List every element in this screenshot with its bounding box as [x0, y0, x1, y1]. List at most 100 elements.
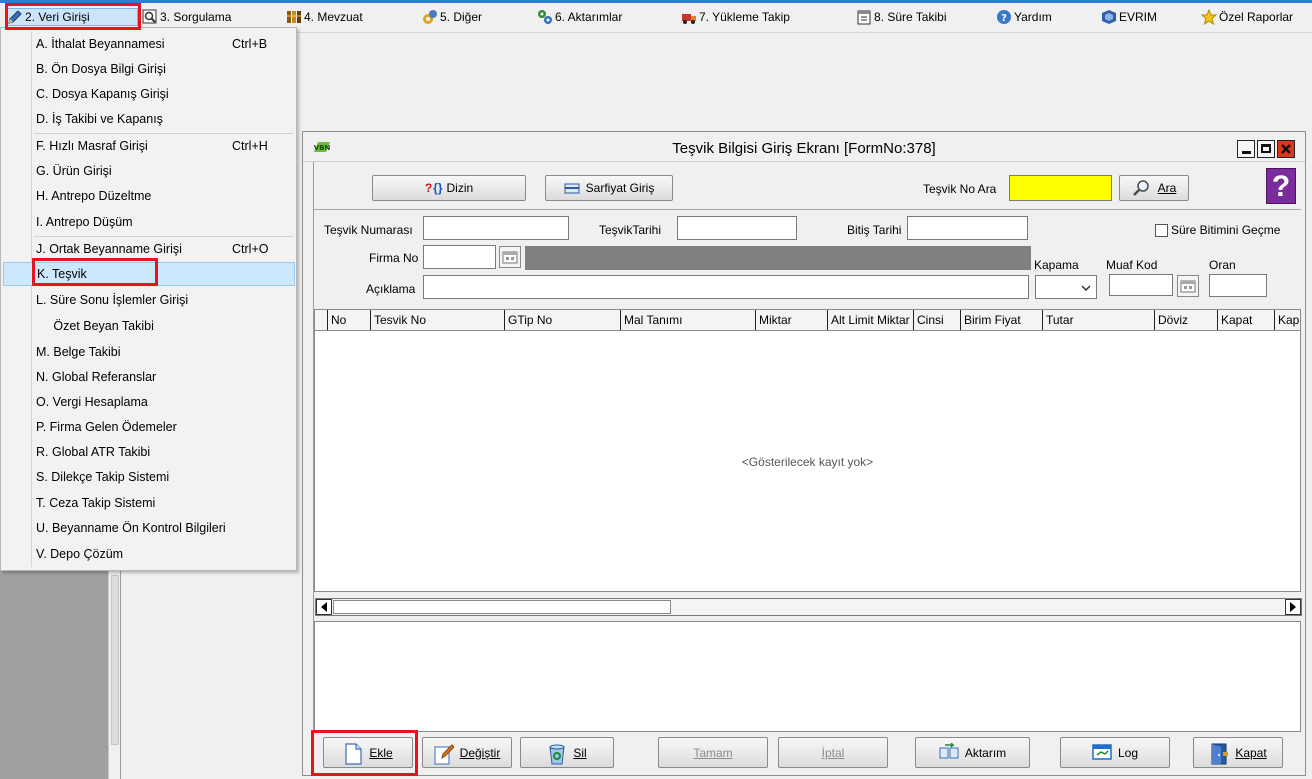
menu-sorgulama[interactable]: 3. Sorgulama — [142, 8, 231, 26]
menu-item-sure-sonu-islemler[interactable]: L. Süre Sonu İşlemler Girişi — [3, 288, 295, 312]
close-button[interactable] — [1277, 140, 1295, 158]
menu-item-dosya-kapanis-girisi[interactable]: C. Dosya Kapanış Girişi — [3, 82, 295, 106]
kapama-select[interactable] — [1035, 275, 1097, 299]
column-header-miktar[interactable]: Miktar — [755, 310, 827, 330]
menu-item-hizli-masraf-girisi[interactable]: F. Hızlı Masraf Girişi Ctrl+H — [3, 134, 295, 158]
column-header-alt-limit-miktar[interactable]: Alt Limit Miktar — [827, 310, 913, 330]
ara-button[interactable]: Ara — [1119, 175, 1189, 201]
menu-item-antrepo-duzeltme[interactable]: H. Antrepo Düzeltme — [3, 184, 295, 208]
menu-item-label: N. Global Referanslar — [36, 370, 157, 384]
menu-yardim[interactable]: ? Yardım — [996, 8, 1052, 26]
menu-item-ithalat-beyannamesi[interactable]: A. İthalat Beyannamesi Ctrl+B — [3, 32, 295, 56]
menu-label: 4. Mevzuat — [304, 10, 363, 24]
tesvik-grid[interactable]: No Tesvik No GTip No Mal Tanımı Miktar A… — [314, 309, 1302, 616]
column-header-tutar[interactable]: Tutar — [1042, 310, 1154, 330]
menu-aktarimlar[interactable]: 6. Aktarımlar — [537, 8, 622, 26]
bitis-tarihi-label: Bitiş Tarihi — [847, 223, 902, 237]
menu-item-label: U. Beyanname Ön Kontrol Bilgileri — [36, 521, 226, 535]
tamam-button[interactable]: Tamam — [658, 737, 768, 768]
sure-bitimini-gecme-checkbox[interactable] — [1155, 224, 1168, 237]
dizin-button[interactable]: ? {} Dizin — [372, 175, 526, 201]
scroll-left-button[interactable] — [316, 599, 332, 615]
column-header-mal-tanimi[interactable]: Mal Tanımı — [620, 310, 755, 330]
oran-label: Oran — [1209, 258, 1236, 272]
maximize-button[interactable] — [1257, 140, 1275, 158]
menu-item-depo-cozum[interactable]: V. Depo Çözüm — [3, 542, 295, 566]
muaf-kod-input[interactable] — [1109, 274, 1173, 296]
menu-item-label: G. Ürün Girişi — [36, 164, 112, 178]
aciklama-label: Açıklama — [366, 282, 416, 296]
menu-item-label: R. Global ATR Takibi — [36, 445, 151, 459]
column-header-doviz[interactable]: Döviz — [1154, 310, 1217, 330]
aciklama-input[interactable] — [423, 275, 1029, 299]
menu-item-ceza-takip[interactable]: T. Ceza Takip Sistemi — [3, 491, 295, 515]
column-header-kapa[interactable]: Kapa — [1274, 310, 1300, 330]
ara-label: Ara — [1157, 181, 1177, 195]
tesvik-tarihi-input[interactable] — [677, 216, 797, 240]
iptal-button[interactable]: İptal — [778, 737, 888, 768]
grid-horizontal-scrollbar[interactable] — [315, 598, 1302, 616]
menu-label: 8. Süre Takibi — [874, 10, 947, 24]
kapat-button[interactable]: Kapat — [1193, 737, 1283, 768]
evrim-icon — [1101, 9, 1117, 25]
menu-sure-takibi[interactable]: 8. Süre Takibi — [856, 8, 947, 26]
menu-item-global-atr-takibi[interactable]: R. Global ATR Takibi — [3, 440, 295, 464]
menu-yukleme-takip[interactable]: 7. Yükleme Takip — [681, 8, 790, 26]
sarfiyat-giris-button[interactable]: Sarfiyat Giriş — [545, 175, 673, 201]
menu-item-urun-girisi[interactable]: G. Ürün Girişi — [3, 159, 295, 183]
question-icon: ? — [424, 181, 433, 195]
minimize-button[interactable] — [1237, 140, 1255, 158]
menu-item-is-takibi[interactable]: D. İş Takibi ve Kapanış — [3, 107, 295, 131]
menu-item-on-dosya-bilgi-girisi[interactable]: B. Ön Dosya Bilgi Girişi — [3, 57, 295, 81]
menu-item-antrepo-dusum[interactable]: I. Antrepo Düşüm — [3, 210, 295, 234]
panel-divider — [120, 571, 121, 779]
muaf-kod-lookup-button[interactable] — [1177, 275, 1199, 297]
menu-item-dilekce-takip[interactable]: S. Dilekçe Takip Sistemi — [3, 465, 295, 489]
column-header-tesvik-no[interactable]: Tesvik No — [370, 310, 504, 330]
grid-scrollbar-thumb[interactable] — [333, 600, 671, 614]
firma-no-label: Firma No — [369, 251, 419, 265]
oran-input[interactable] — [1209, 274, 1267, 297]
tesvik-numarasi-input[interactable] — [423, 216, 569, 240]
menu-item-shortcut: Ctrl+H — [232, 139, 268, 153]
star-icon — [1200, 8, 1218, 26]
column-header-birim-fiyat[interactable]: Birim Fiyat — [960, 310, 1042, 330]
column-header-no[interactable]: No — [327, 310, 370, 330]
menu-label: EVRIM — [1119, 10, 1158, 24]
sarfiyat-icon — [564, 180, 580, 196]
menu-diger[interactable]: 5. Diğer — [422, 8, 482, 26]
menu-item-label: M. Belge Takibi — [36, 345, 121, 359]
maximize-icon — [1261, 144, 1271, 153]
svg-text:?: ? — [1001, 13, 1007, 24]
degistir-button[interactable]: Değiştir — [422, 737, 512, 768]
tesvik-no-ara-label: Teşvik No Ara — [923, 182, 997, 196]
menu-item-firma-gelen-odemeler[interactable]: P. Firma Gelen Ödemeler — [3, 415, 295, 439]
firma-lookup-button[interactable] — [499, 246, 521, 268]
window-title: Teşvik Bilgisi Giriş Ekranı [FormNo:378] — [672, 140, 936, 157]
muaf-kod-label: Muaf Kod — [1106, 258, 1158, 272]
tesvik-no-ara-input[interactable] — [1009, 175, 1112, 201]
menu-item-global-referanslar[interactable]: N. Global Referanslar — [3, 365, 295, 389]
scroll-right-button[interactable] — [1285, 599, 1301, 615]
sil-button[interactable]: Sil — [520, 737, 614, 768]
column-header-kapat[interactable]: Kapat — [1217, 310, 1274, 330]
menu-evrim[interactable]: EVRIM — [1101, 8, 1157, 26]
menu-mevzuat[interactable]: 4. Mevzuat — [286, 8, 363, 26]
menu-item-beyanname-on-kontrol[interactable]: U. Beyanname Ön Kontrol Bilgileri — [3, 516, 295, 540]
menu-item-belge-takibi[interactable]: M. Belge Takibi — [3, 340, 295, 364]
log-button[interactable]: Log — [1060, 737, 1170, 768]
left-scrollbar-thumb[interactable] — [111, 575, 119, 745]
menu-ozel-raporlar[interactable]: Özel Raporlar — [1200, 8, 1293, 26]
firma-no-input[interactable] — [423, 245, 496, 269]
help-button[interactable]: ? — [1266, 168, 1296, 204]
left-scrollbar[interactable] — [108, 571, 120, 779]
column-header-gtip-no[interactable]: GTip No — [504, 310, 620, 330]
menu-item-ozet-beyan-takibi[interactable]: Özet Beyan Takibi — [3, 314, 295, 338]
aktarim-button[interactable]: Aktarım — [915, 737, 1030, 768]
menu-label: Yardım — [1014, 10, 1052, 24]
window-title-bar[interactable]: VBN Teşvik Bilgisi Giriş Ekranı [FormNo:… — [303, 132, 1305, 162]
column-header-cinsi[interactable]: Cinsi — [913, 310, 960, 330]
bitis-tarihi-input[interactable] — [907, 216, 1028, 240]
menu-item-vergi-hesaplama[interactable]: O. Vergi Hesaplama — [3, 390, 295, 414]
calendar-icon — [1180, 280, 1196, 293]
